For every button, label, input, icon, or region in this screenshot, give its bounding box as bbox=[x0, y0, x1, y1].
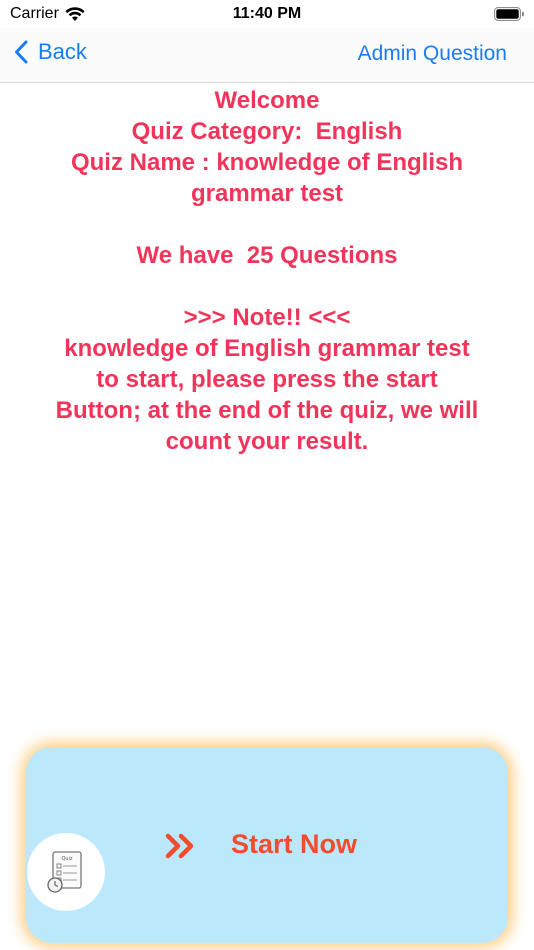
note-header: >>> Note!! <<< bbox=[183, 304, 351, 331]
double-chevron-icon bbox=[165, 833, 194, 859]
start-now-label: Start Now bbox=[231, 829, 358, 859]
quiz-icon: Quiz bbox=[47, 851, 82, 893]
note-line-4: count your result. bbox=[165, 428, 369, 455]
status-bar: Carrier 11:40 PM bbox=[0, 0, 534, 28]
quiz-name-line-1: Quiz Name : knowledge of English bbox=[70, 149, 464, 176]
quiz-badge: Quiz bbox=[27, 833, 105, 911]
back-button[interactable]: Back bbox=[14, 39, 87, 65]
welcome-text: Welcome bbox=[214, 87, 320, 114]
quiz-name-line-2: grammar test bbox=[190, 180, 344, 207]
chevron-left-icon bbox=[15, 40, 28, 64]
note-line-3: Button; at the end of the quiz, we will bbox=[55, 397, 479, 424]
note-line-1: knowledge of English grammar test bbox=[64, 335, 470, 362]
start-now-button[interactable]: Start Now Quiz bbox=[26, 747, 508, 943]
note-line-2: to start, please press the start bbox=[96, 366, 438, 393]
question-count: We have 25 Questions bbox=[136, 242, 398, 269]
quiz-category: Quiz Category: English bbox=[131, 118, 403, 145]
back-button-label: Back bbox=[38, 39, 87, 64]
navigation-bar: Back Admin Question bbox=[0, 28, 534, 83]
quiz-info: Welcome Quiz Category: English Quiz Name… bbox=[16, 85, 518, 457]
quiz-icon-label: Quiz bbox=[61, 856, 72, 862]
quiz-intro-screen: Carrier 11:40 PM Back Admin Question Wel… bbox=[0, 0, 534, 950]
battery-icon bbox=[494, 7, 524, 21]
status-time: 11:40 PM bbox=[232, 5, 302, 22]
admin-question-button[interactable]: Admin Question bbox=[358, 42, 507, 66]
